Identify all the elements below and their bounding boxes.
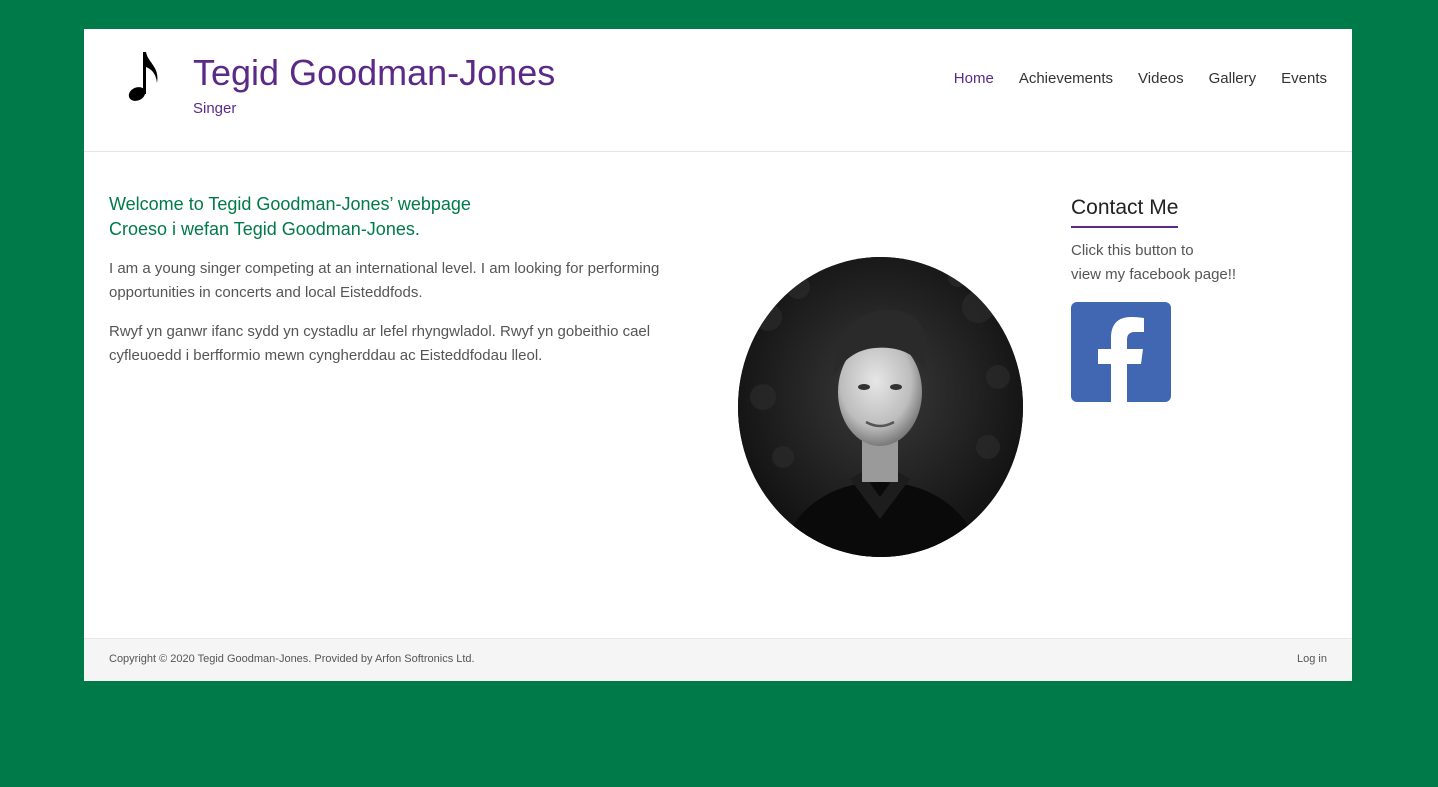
contact-me-text-line2: view my facebook page!!	[1071, 266, 1237, 283]
music-note-icon[interactable]	[108, 43, 178, 113]
copyright-text: Copyright © 2020 Tegid Goodman-Jones. Pr…	[109, 653, 475, 665]
nav-item-home[interactable]: Home	[954, 69, 994, 89]
welcome-heading-welsh: Croeso i wefan Tegid Goodman-Jones.	[109, 219, 420, 239]
intro-paragraph-english: I am a young singer competing at an inte…	[109, 260, 660, 301]
site-header: Tegid Goodman-Jones Singer Home Achievem…	[84, 29, 1352, 152]
site-footer: Copyright © 2020 Tegid Goodman-Jones. Pr…	[84, 638, 1352, 681]
site-tagline: Singer	[193, 100, 237, 117]
facebook-icon	[1098, 317, 1144, 402]
welcome-heading-english: Welcome to Tegid Goodman-Jones’ webpage	[109, 194, 471, 214]
site-title[interactable]: Tegid Goodman-Jones	[193, 51, 555, 95]
contact-me-text: Click this button to view my facebook pa…	[1071, 239, 1271, 287]
login-link[interactable]: Log in	[1297, 651, 1327, 667]
contact-me-heading: Contact Me	[1071, 194, 1179, 228]
facebook-button[interactable]	[1071, 302, 1171, 402]
nav-item-gallery[interactable]: Gallery	[1209, 69, 1257, 89]
profile-photo	[738, 257, 1023, 557]
nav-item-achievements[interactable]: Achievements	[1019, 69, 1113, 89]
main-nav: Home Achievements Videos Gallery Events	[954, 69, 1327, 89]
contact-me-text-line1: Click this button to	[1071, 242, 1194, 259]
page-container: Tegid Goodman-Jones Singer Home Achievem…	[84, 29, 1352, 681]
intro-paragraph-welsh: Rwyf yn ganwr ifanc sydd yn cystadlu ar …	[109, 323, 651, 364]
nav-item-videos[interactable]: Videos	[1138, 69, 1184, 89]
welcome-heading: Welcome to Tegid Goodman-Jones’ webpage …	[109, 192, 471, 242]
nav-item-events[interactable]: Events	[1281, 69, 1327, 89]
